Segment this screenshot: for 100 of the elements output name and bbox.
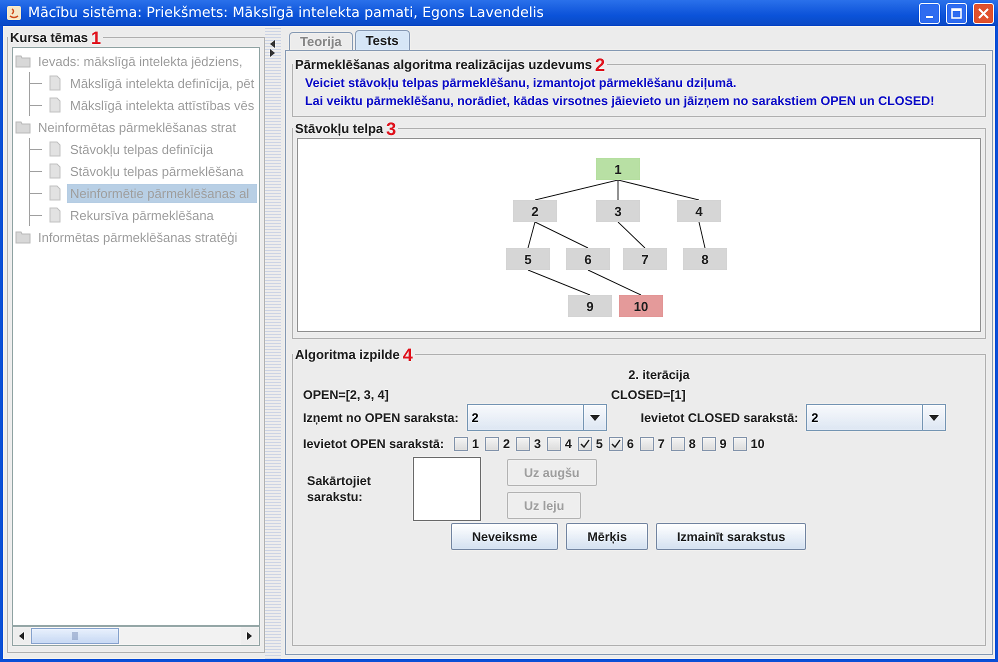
closed-list-text: CLOSED=[1] (611, 388, 686, 402)
scroll-left-button[interactable] (13, 627, 31, 645)
checkbox-label: 4 (564, 437, 572, 451)
tree-line (29, 94, 43, 116)
close-button[interactable] (973, 2, 994, 24)
instruction-text: Veiciet stāvokļu telpas pārmeklēšanu, izmantojot pārmeklēšanu dziļumā. (305, 75, 738, 92)
collapse-left-icon[interactable] (270, 40, 276, 48)
checkbox[interactable] (732, 437, 747, 451)
caret-icon (929, 414, 940, 420)
dropdown[interactable]: 2 (466, 404, 607, 431)
action-button[interactable]: Neveiksme (451, 523, 558, 550)
instruction-text: Lai veiktu pārmeklēšanu, norādiet, kādas virsotnes jāievieto un jāizņem no sarakstiem OPEN un CLOSED! (305, 93, 936, 110)
checkbox-label: 2 (503, 437, 510, 451)
checkbox[interactable] (454, 437, 468, 451)
window-title: Mācību sistēma: Priekšmets: Mākslīgā intelekta pamati, Egons Lavendelis (28, 5, 545, 21)
tree-line (29, 204, 43, 226)
scrollbar-thumb[interactable] (31, 628, 119, 644)
tree-item[interactable]: Neinformētas pārmeklēšanas strat (35, 118, 258, 136)
checkbox-label: 8 (688, 437, 696, 451)
folder-icon (15, 229, 31, 245)
left-arrow-icon (19, 632, 25, 640)
checkbox-label: 10 (750, 437, 765, 451)
tree-item[interactable]: Informētas pārmeklēšanas stratēģi (35, 228, 258, 246)
tree-line (29, 72, 43, 94)
marker-number: 2 (595, 58, 606, 72)
checkbox-label: 7 (658, 437, 665, 451)
field-label: Ievietot OPEN sarakstā: (303, 437, 444, 451)
checkbox[interactable] (578, 437, 592, 451)
tree-item[interactable]: Neinformētie pārmeklēšanas al (67, 184, 258, 202)
edge-line (618, 222, 646, 248)
checkbox[interactable] (546, 437, 561, 451)
graph-node: 5 (506, 248, 550, 270)
checkbox[interactable] (670, 437, 685, 451)
caret-icon (590, 414, 600, 420)
document-icon (47, 141, 63, 157)
folder-icon (15, 119, 31, 135)
edge-line (528, 270, 590, 296)
group-title: Stāvokļu telpa (295, 121, 384, 136)
marker-number: 1 (91, 30, 102, 44)
graph-node: 6 (566, 248, 610, 270)
graph-node: 4 (677, 200, 721, 222)
graph-node: 7 (623, 248, 667, 270)
graph-node: 3 (596, 200, 640, 222)
checkbox-label: 1 (472, 437, 479, 451)
tree-item[interactable]: Ievads: mākslīgā intelekta jēdziens, (35, 52, 258, 70)
checkmark-icon (580, 439, 590, 449)
field-label: Sakārtojiet sarakstu: (307, 473, 372, 505)
tree-line (29, 138, 43, 160)
close-icon (978, 8, 989, 18)
document-icon (47, 163, 63, 179)
checkbox[interactable] (485, 437, 499, 451)
group-title: Pārmeklēšanas algoritma realizācijas uzdevums (295, 57, 592, 72)
action-button[interactable]: Izmainīt sarakstus (656, 523, 806, 550)
checkbox-label: 3 (534, 437, 541, 451)
tab[interactable]: Teorija (289, 32, 353, 50)
maximize-button[interactable] (946, 2, 967, 24)
checkbox-label: 9 (720, 437, 727, 451)
document-icon (47, 75, 63, 91)
graph-node: 8 (683, 248, 727, 270)
tree-item[interactable]: Mākslīgā intelekta definīcija, pēt (67, 74, 258, 92)
tree-line (29, 182, 43, 204)
app-icon (6, 5, 22, 21)
edge-line (588, 270, 642, 296)
right-arrow-icon (247, 632, 254, 640)
tree-item[interactable]: Mākslīgā intelekta attīstības vēs (67, 96, 258, 114)
folder-icon (15, 53, 31, 69)
checkbox-label: 5 (596, 437, 603, 451)
minimize-button[interactable] (919, 2, 940, 24)
tree-line (29, 160, 43, 182)
checkbox-label: 6 (626, 437, 634, 451)
graph-node: 9 (568, 295, 612, 317)
graph-node: 10 (619, 295, 663, 317)
minimize-icon (926, 16, 933, 18)
tree-item[interactable]: Stāvokļu telpas definīcija (67, 140, 258, 158)
group-title: Kursa tēmas (10, 30, 88, 45)
tab[interactable]: Tests (354, 30, 410, 50)
document-icon (47, 185, 63, 201)
dropdown[interactable]: 2 (806, 404, 946, 431)
tree-item[interactable]: Stāvokļu telpas pārmeklēšana (67, 162, 258, 180)
action-button[interactable]: Mērķis (566, 523, 648, 550)
maximize-icon (951, 8, 962, 18)
edge-line (698, 222, 706, 248)
checkbox[interactable] (608, 437, 623, 451)
tree-item[interactable]: Rekursīva pārmeklēšana (67, 206, 258, 224)
list-box[interactable] (413, 457, 481, 521)
expand-right-icon[interactable] (270, 49, 276, 57)
checkbox[interactable] (516, 437, 530, 451)
checkbox[interactable] (702, 437, 716, 451)
checkmark-icon (610, 439, 621, 449)
grip-icon (72, 632, 78, 640)
graph-node: 1 (596, 158, 640, 180)
group-title: Algoritma izpilde (295, 347, 400, 362)
horizontal-scrollbar[interactable] (12, 626, 260, 646)
checkbox[interactable] (640, 437, 654, 451)
document-icon (47, 207, 63, 223)
field-label: Izņemt no OPEN saraksta: (303, 410, 459, 424)
field-label: Ievietot CLOSED sarakstā: (640, 410, 798, 424)
marker-number: 4 (402, 348, 413, 362)
scroll-right-button[interactable] (241, 627, 260, 645)
document-icon (47, 97, 63, 113)
